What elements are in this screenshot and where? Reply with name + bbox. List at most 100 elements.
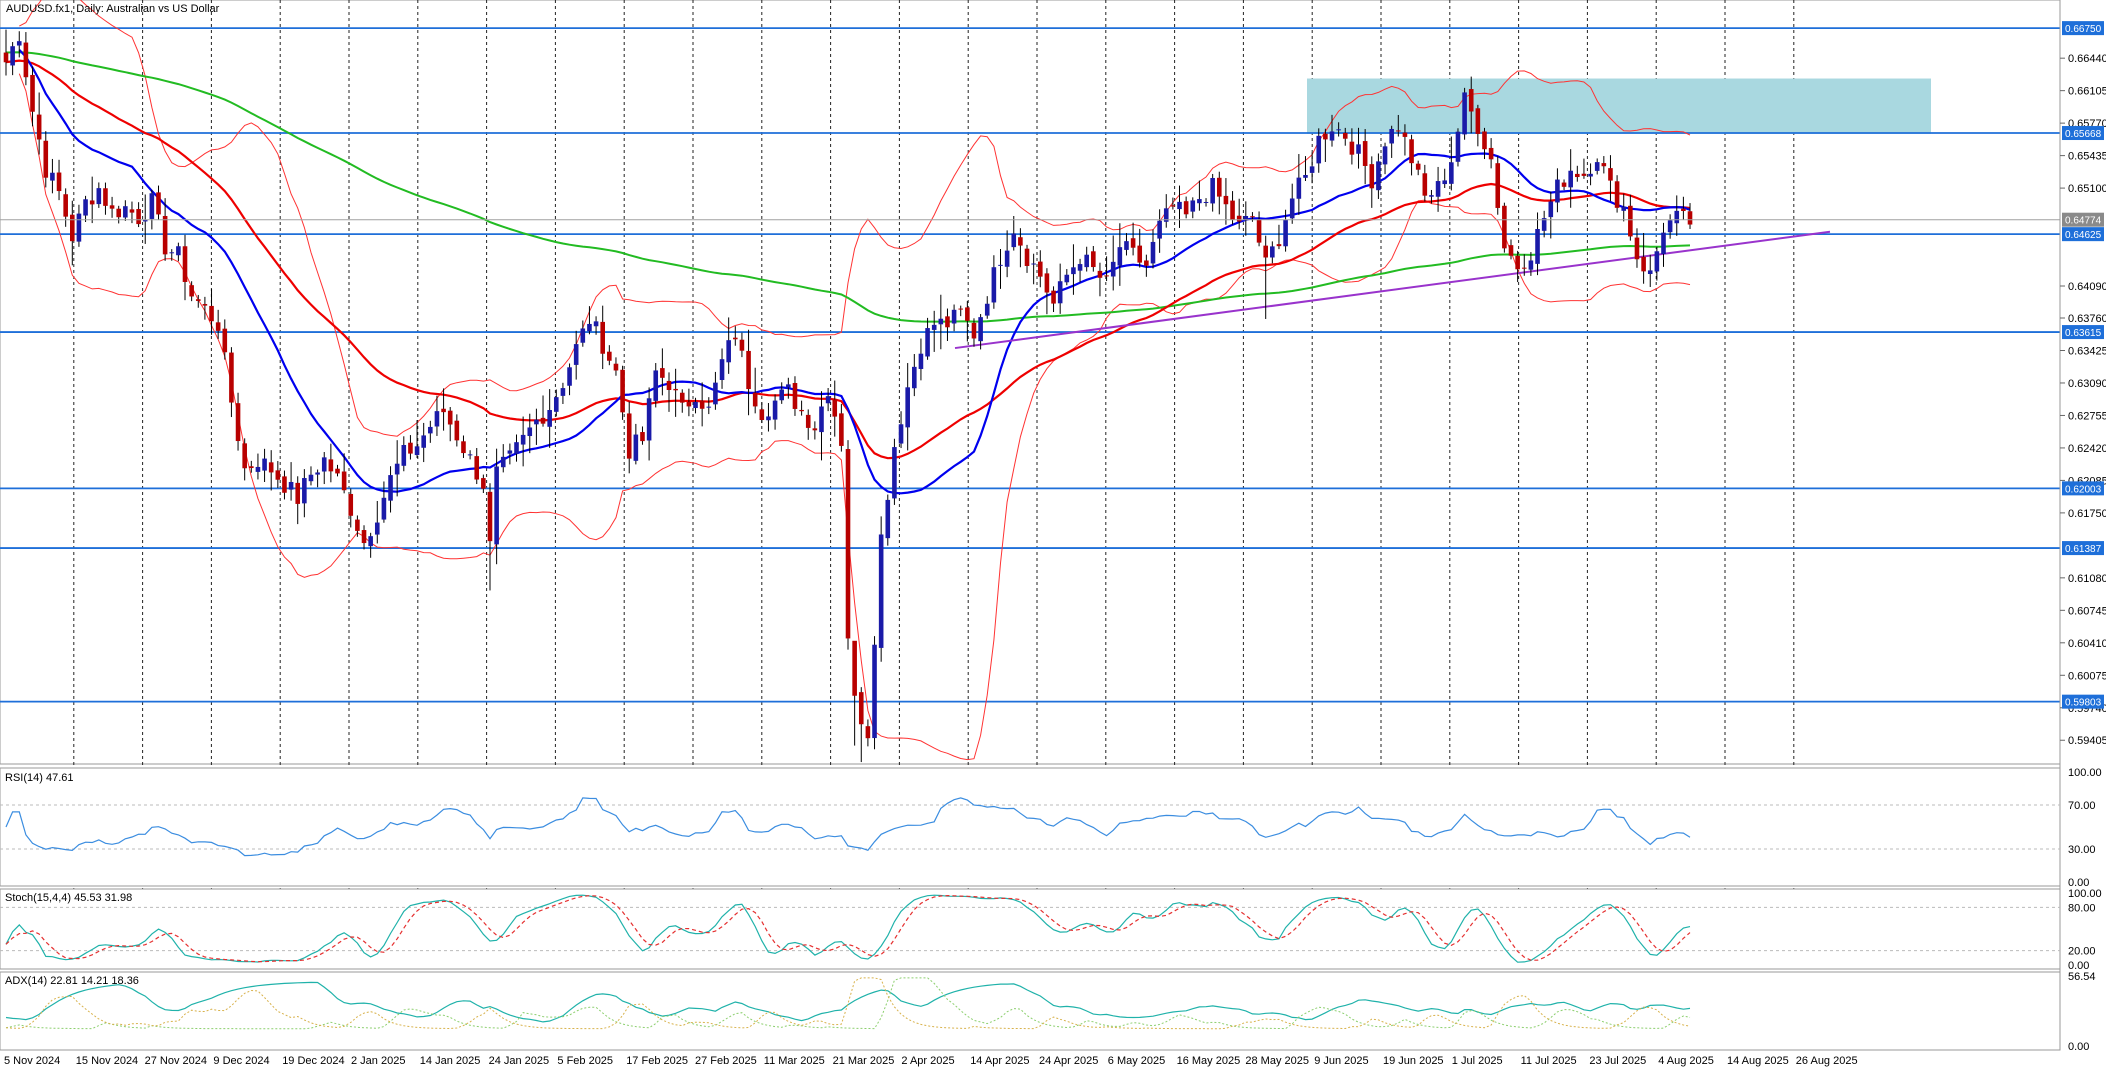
bull-candle [520, 434, 526, 445]
bull-candle [388, 475, 393, 501]
bull-candle [381, 497, 387, 520]
bull-candle [467, 454, 473, 456]
stoch-tick-label: 100.00 [2068, 888, 2102, 900]
date-label: 2 Apr 2025 [901, 1055, 954, 1067]
date-label: 6 May 2025 [1108, 1055, 1165, 1067]
bull-candle [1084, 254, 1089, 268]
rsi-panel: RSI(14) 47.61 [0, 767, 2061, 887]
bear-candle [70, 214, 75, 242]
bear-candle [474, 456, 480, 480]
bull-candle [1124, 241, 1129, 250]
bear-candle [1495, 163, 1501, 208]
date-label: 1 Jul 2025 [1452, 1055, 1503, 1067]
bear-candle [454, 420, 460, 441]
bear-candle [1396, 130, 1401, 132]
bull-candle [885, 499, 891, 539]
bear-candle [1104, 275, 1109, 277]
level-tag-label: 0.62003 [2065, 484, 2102, 495]
bear-candle [613, 363, 619, 371]
bull-candle [1555, 179, 1560, 203]
stoch-panel: Stoch(15,4,4) 45.53 31.98 [0, 888, 2061, 970]
bear-candle [335, 468, 340, 474]
bull-candle [580, 328, 586, 343]
bear-candle [129, 209, 135, 213]
date-label: 15 Nov 2024 [76, 1055, 138, 1067]
bull-candle [560, 388, 566, 396]
bull-candle [573, 344, 579, 365]
stoch-panel-frame [0, 888, 2061, 970]
bull-candle [374, 522, 380, 535]
bear-candle [1097, 270, 1103, 278]
bear-candle [812, 428, 818, 431]
bear-candle [1044, 273, 1050, 293]
date-label: 27 Feb 2025 [695, 1055, 757, 1067]
bull-candle [1289, 198, 1295, 219]
bull-candle [302, 478, 307, 504]
bear-candle [1409, 139, 1414, 164]
bear-candle [202, 304, 208, 306]
bull-candle [83, 199, 88, 216]
bull-candle [321, 457, 327, 472]
adx-panel: ADX(14) 22.81 14.21 18.36 [0, 971, 2061, 1051]
bull-candle [494, 466, 499, 545]
bear-candle [1687, 211, 1693, 225]
rsi-tick-label: 70.00 [2068, 800, 2096, 812]
bull-candle [1210, 178, 1215, 204]
bull-candle [1011, 233, 1017, 248]
bear-candle [958, 308, 964, 310]
bull-candle [1203, 201, 1209, 203]
bull-candle [507, 450, 513, 454]
bear-candle [832, 399, 838, 417]
bear-candle [116, 208, 122, 218]
rsi-tick-label: 100.00 [2068, 767, 2102, 779]
bear-candle [1488, 147, 1494, 160]
bull-candle [646, 398, 652, 441]
bear-candle [620, 369, 625, 413]
bull-candle [1382, 146, 1388, 165]
bear-candle [1369, 164, 1375, 189]
bear-candle [600, 321, 605, 354]
bear-candle [792, 383, 798, 409]
price-tick-label: 0.64090 [2068, 281, 2106, 293]
bear-candle [1581, 173, 1587, 176]
bear-candle [189, 285, 194, 297]
bear-candle [1170, 205, 1176, 207]
level-tag-label: 0.63615 [2065, 328, 2102, 339]
bull-candle [898, 424, 904, 444]
bull-candle [1435, 181, 1441, 197]
bull-candle [1568, 170, 1573, 188]
bear-candle [109, 205, 115, 209]
bull-candle [1449, 162, 1454, 184]
bear-candle [63, 194, 68, 217]
bear-candle [1608, 168, 1613, 181]
bear-candle [540, 417, 546, 424]
bear-candle [481, 478, 486, 489]
bull-candle [1661, 232, 1666, 254]
bull-candle [766, 416, 771, 421]
bear-candle [1508, 245, 1514, 256]
bull-candle [1064, 274, 1070, 283]
level-tag-label: 0.61387 [2065, 544, 2102, 555]
bear-candle [640, 432, 645, 442]
bull-candle [984, 303, 990, 316]
bull-candle [1376, 161, 1381, 191]
bull-candle [1190, 200, 1196, 212]
bear-candle [1236, 215, 1242, 222]
bear-candle [1575, 173, 1580, 178]
price-tick-label: 0.63760 [2068, 313, 2106, 325]
bull-candle [1157, 220, 1162, 239]
date-label: 19 Jun 2025 [1383, 1055, 1444, 1067]
bear-candle [1342, 132, 1348, 139]
date-label: 14 Aug 2025 [1727, 1055, 1789, 1067]
bear-candle [1641, 256, 1646, 272]
date-label: 16 May 2025 [1177, 1055, 1241, 1067]
bear-candle [408, 442, 413, 454]
price-tick-label: 0.63425 [2068, 345, 2106, 357]
bull-candle [998, 264, 1003, 266]
bull-candle [1674, 210, 1680, 224]
date-label: 9 Jun 2025 [1314, 1055, 1368, 1067]
bull-candle [514, 442, 519, 454]
bear-candle [626, 413, 632, 459]
level-tag-label: 0.59803 [2065, 698, 2102, 709]
bull-candle [1621, 206, 1627, 211]
